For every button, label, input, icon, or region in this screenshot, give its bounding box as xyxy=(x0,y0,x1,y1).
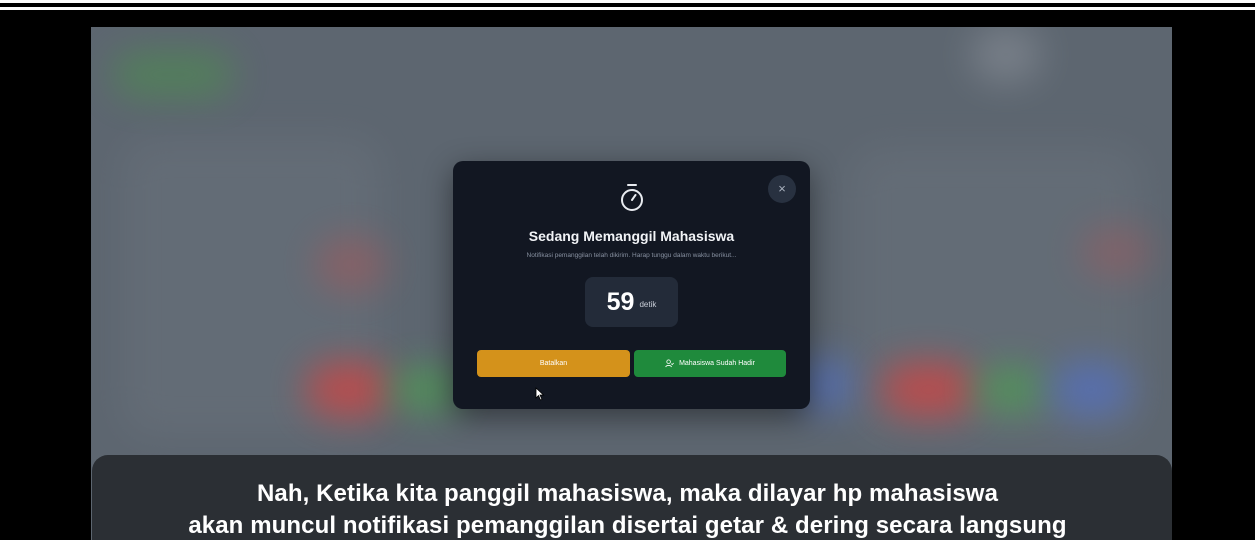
blurred-red-button-left xyxy=(306,362,391,417)
student-present-button[interactable]: Mahasiswa Sudah Hadir xyxy=(634,350,786,377)
top-border xyxy=(0,0,1255,10)
bottom-border xyxy=(0,540,1255,550)
cancel-button-label: Batalkan xyxy=(539,360,568,367)
user-check-icon xyxy=(665,359,675,368)
blurred-green-button-left xyxy=(391,367,461,412)
blurred-blue-button-right xyxy=(1051,362,1131,417)
countdown-value: 59 xyxy=(606,287,635,316)
blurred-green-button-right xyxy=(976,367,1046,412)
subtitle-line-2: akan muncul notifikasi pemanggilan diser… xyxy=(188,512,1067,539)
blurred-green-badge xyxy=(113,52,233,97)
blurred-red-button-right xyxy=(881,362,976,417)
blurred-top-circle xyxy=(971,27,1041,82)
stopwatch-icon xyxy=(621,184,643,211)
close-icon: × xyxy=(778,181,786,196)
close-button[interactable]: × xyxy=(768,175,796,203)
blurred-red-accent xyxy=(316,237,386,292)
student-present-button-label: Mahasiswa Sudah Hadir xyxy=(679,360,755,367)
dialog-description: Notifikasi pemanggilan telah dikirim. Ha… xyxy=(526,252,737,259)
countdown-display: 59 detik xyxy=(585,277,678,327)
cancel-button[interactable]: Batalkan xyxy=(477,350,630,377)
subtitle-line-1: Nah, Ketika kita panggil mahasiswa, maka… xyxy=(256,480,999,507)
dialog-title: Sedang Memanggil Mahasiswa xyxy=(528,228,735,244)
mouse-cursor-icon xyxy=(535,387,545,401)
countdown-unit: detik xyxy=(639,299,657,309)
top-border-line xyxy=(0,3,1255,7)
calling-student-dialog: × Sedang Memanggil Mahasiswa Notifikasi … xyxy=(453,161,810,409)
blurred-red-accent-right xyxy=(1081,227,1151,277)
